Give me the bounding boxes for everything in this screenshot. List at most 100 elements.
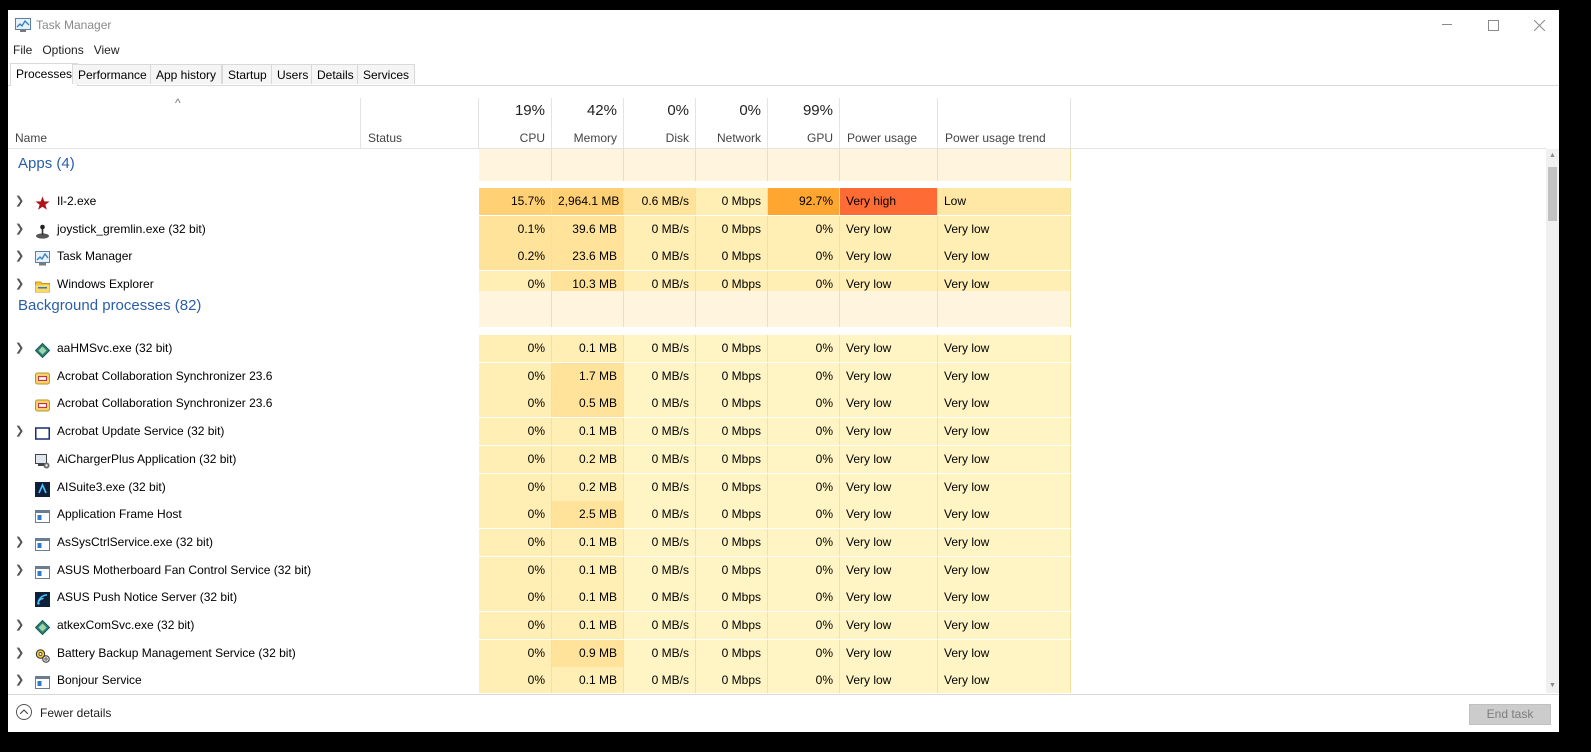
gpu-cell: 0% [768,667,840,693]
tab-startup[interactable]: Startup [222,64,273,84]
collapse-chevron-up-icon[interactable] [16,704,32,720]
power-usage-cell: Very low [840,473,938,501]
disk-cell: 0 MB/s [624,639,696,667]
power-usage-cell: Very low [840,390,938,418]
menu-file[interactable]: File [8,41,37,59]
fewer-details-link[interactable]: Fewer details [40,706,111,720]
process-row[interactable]: ❯ Acrobat Update Service (32 bit) 0% 0.1 MB… [8,418,1071,446]
tab-processes[interactable]: Processes [10,63,79,86]
process-row[interactable]: ❯ Il-2.exe 15.7% 2,964.1 MB 0.6 MB/s 0 Mbps 92… [8,188,1071,215]
gpu-cell: 92.7% [768,188,840,215]
expand-chevron-icon[interactable]: ❯ [15,216,24,243]
memory-cell: 0.1 MB [552,612,624,639]
expand-chevron-icon[interactable]: ❯ [15,667,24,693]
process-name: Acrobat Update Service (32 bit) [57,424,225,439]
header-disk[interactable]: 0% Disk [624,98,696,148]
process-row[interactable]: ❯ aaHMSvc.exe (32 bit) 0% 0.1 MB 0 MB/s 0 Mbp… [8,335,1071,362]
process-row[interactable]: Acrobat Collaboration Synchronizer 23.6 0… [8,362,1071,390]
process-row[interactable]: ❯ ASUS Motherboard Fan Control Service (3… [8,556,1071,584]
network-cell: 0 Mbps [696,188,768,215]
header-status[interactable]: Status [361,98,479,148]
gpu-cell: 0% [768,556,840,584]
status-cell [361,584,479,611]
scroll-up-arrow-icon[interactable]: ▲ [1546,149,1559,163]
process-name: AsSysCtrlService.exe (32 bit) [57,534,214,549]
network-cell: 0 Mbps [696,390,768,418]
process-row[interactable]: ❯ AsSysCtrlService.exe (32 bit) 0% 0.1 MB 0 … [8,528,1071,556]
gpu-cell: 0% [768,528,840,556]
process-name: Acrobat Collaboration Synchronizer 23.6 [57,396,273,411]
process-row[interactable]: ASUS Push Notice Server (32 bit) 0% 0.1 MB… [8,584,1071,612]
tab-users[interactable]: Users [271,64,315,84]
network-cell: 0 Mbps [696,584,768,612]
process-row[interactable]: ❯ Bonjour Service 0% 0.1 MB 0 MB/s 0 Mbps 0% Ve… [8,667,1071,693]
group-band [840,149,938,181]
tab-services[interactable]: Services [357,64,416,84]
power-trend-cell: Very low [938,584,1071,612]
group-band [624,149,696,181]
memory-cell: 0.1 MB [552,335,624,362]
power-usage-cell: Very low [840,639,938,667]
maximize-button[interactable] [1470,10,1516,40]
tab-details[interactable]: Details [311,64,360,84]
process-row[interactable]: ❯ Battery Backup Management Service (32 b… [8,639,1071,667]
end-task-button[interactable]: End task [1469,704,1551,725]
network-cell: 0 Mbps [696,639,768,667]
process-row[interactable]: AiChargerPlus Application (32 bit) 0% 0.2 … [8,445,1071,473]
header-name[interactable]: ^ Name [8,96,361,148]
memory-cell: 0.5 MB [552,390,624,418]
name-cell: Acrobat Collaboration Synchronizer 23.6 [8,363,361,390]
expand-chevron-icon[interactable]: ❯ [15,640,24,667]
power-trend-cell: Very low [938,362,1071,390]
header-power-usage-trend[interactable]: Power usage trend [938,98,1071,148]
scroll-down-arrow-icon[interactable]: ▼ [1546,679,1559,693]
disk-cell: 0 MB/s [624,584,696,612]
group-header-background[interactable]: Background processes (82) [8,291,1071,327]
expand-chevron-icon[interactable]: ❯ [15,335,24,362]
expand-chevron-icon[interactable]: ❯ [15,243,24,270]
group-band [696,149,768,181]
name-cell: ❯ Acrobat Update Service (32 bit) [8,418,361,445]
expand-chevron-icon[interactable]: ❯ [15,188,24,215]
process-row[interactable]: AISuite3.exe (32 bit) 0% 0.2 MB 0 MB/s 0 Mbp… [8,473,1071,501]
process-name: aaHMSvc.exe (32 bit) [57,341,173,355]
name-cell: ❯ atkexComSvc.exe (32 bit) [8,612,361,639]
header-power-usage[interactable]: Power usage [840,98,938,148]
tab-performance[interactable]: Performance [72,64,153,84]
minimize-button[interactable] [1424,10,1470,40]
network-cell: 0 Mbps [696,445,768,473]
header-cpu[interactable]: 19% CPU [479,98,552,148]
menu-view[interactable]: View [89,41,125,59]
scroll-thumb[interactable] [1548,167,1557,221]
expand-chevron-icon[interactable]: ❯ [15,557,24,584]
expand-chevron-icon[interactable]: ❯ [15,612,24,639]
memory-cell: 0.1 MB [552,584,624,612]
header-network[interactable]: 0% Network [696,98,768,148]
process-row[interactable]: Acrobat Collaboration Synchronizer 23.6 0… [8,390,1071,418]
name-cell: ❯ Task Manager [8,243,361,270]
vertical-scrollbar[interactable]: ▲ ▼ [1546,149,1559,693]
expand-chevron-icon[interactable]: ❯ [15,529,24,556]
group-band [768,149,840,181]
cpu-cell: 0% [479,362,552,390]
group-header-apps[interactable]: Apps (4) [8,149,1071,181]
menu-options[interactable]: Options [37,41,88,59]
power-usage-cell: Very low [840,362,938,390]
tab-app-history[interactable]: App history [150,64,223,84]
process-name: Application Frame Host [57,507,182,522]
expand-chevron-icon[interactable]: ❯ [15,418,24,445]
header-memory[interactable]: 42% Memory [552,98,624,148]
memory-cell: 0.1 MB [552,528,624,556]
process-row[interactable]: ❯ Task Manager 0.2% 23.6 MB 0 MB/s 0 Mbps 0% Ve… [8,243,1071,271]
status-cell [361,474,479,501]
app-window-icon [35,507,50,524]
network-cell: 0 Mbps [696,243,768,271]
power-trend-cell: Very low [938,639,1071,667]
process-row[interactable]: Application Frame Host 0% 2.5 MB 0 MB/s 0 Mb… [8,501,1071,529]
close-button[interactable] [1516,10,1559,40]
status-cell [361,216,479,243]
power-usage-cell: Very low [840,501,938,529]
header-gpu[interactable]: 99% GPU [768,98,840,148]
process-row[interactable]: ❯ atkexComSvc.exe (32 bit) 0% 0.1 MB 0 MB/s 0… [8,612,1071,639]
process-row[interactable]: ❯ joystick_gremlin.exe (32 bit) 0.1% 39.6 M… [8,215,1071,243]
